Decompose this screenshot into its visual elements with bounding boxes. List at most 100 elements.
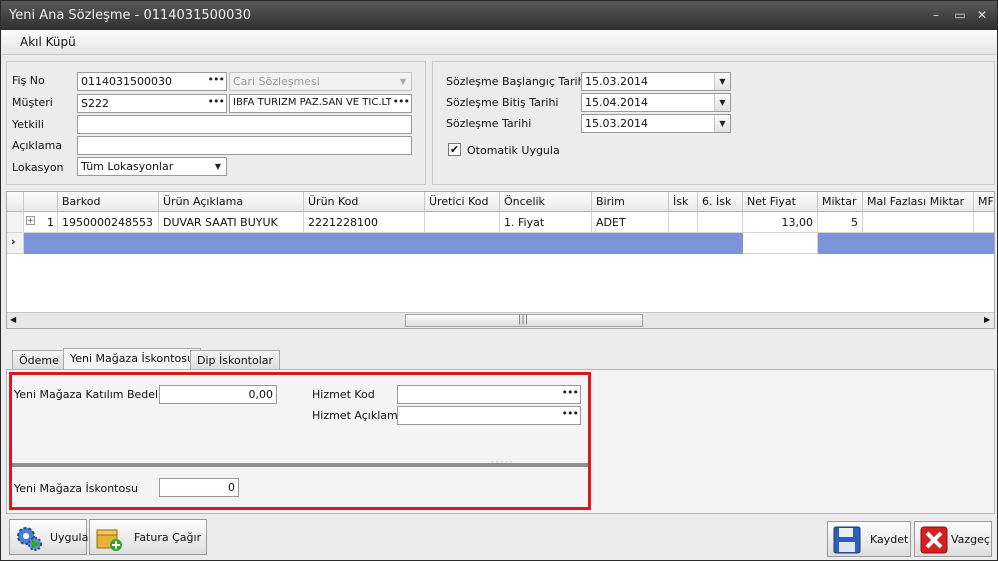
col-header-birim[interactable]: Birim [592, 192, 669, 212]
katilim-bedeli-field[interactable]: 0,00 [159, 385, 277, 404]
tab-yeni-magaza-label: Yeni Mağaza İskontosu [70, 352, 194, 365]
ellipsis-icon[interactable]: ••• [208, 73, 225, 86]
row-indicator[interactable] [7, 212, 24, 233]
main-window: Yeni Ana Sözleşme - 0114031500030 – ▭ ✕ … [0, 0, 998, 561]
vazgec-button[interactable]: Vazgeç [914, 521, 992, 557]
minimize-icon[interactable]: – [927, 7, 945, 23]
grid-rowno-header [24, 192, 58, 212]
iskonto-value: 0 [228, 481, 235, 494]
hizmet-kod-field[interactable]: ••• [397, 385, 581, 404]
product-grid[interactable]: Barkod Ürün Açıklama Ürün Kod Üretici Ko… [6, 191, 995, 329]
col-header-mf[interactable]: MF [974, 192, 994, 212]
cell-birim[interactable]: ADET [592, 212, 669, 233]
window-title: Yeni Ana Sözleşme - 0114031500030 [9, 8, 251, 23]
menu-bar: Akıl Küpü [2, 30, 996, 55]
chevron-down-icon[interactable]: ▼ [714, 73, 730, 90]
start-date-picker[interactable]: 15.03.2014 ▼ [581, 72, 731, 91]
vazgec-label: Vazgeç [951, 533, 990, 546]
new-row-net-fiyat-cell[interactable] [743, 233, 818, 254]
maximize-icon[interactable]: ▭ [951, 7, 969, 23]
fis-no-value: 0114031500030 [81, 75, 172, 88]
aciklama-label: Açıklama [12, 139, 63, 152]
chevron-down-icon[interactable]: ▼ [714, 115, 730, 132]
title-bar: Yeni Ana Sözleşme - 0114031500030 – ▭ ✕ [1, 1, 997, 30]
fatura-cagir-button[interactable]: Fatura Çağır [89, 519, 207, 555]
col-header-oncelik[interactable]: Öncelik [500, 192, 592, 212]
box-add-icon [96, 529, 122, 551]
header-right-panel: Sözleşme Başlangıç Tarihi 15.03.2014 ▼ S… [432, 61, 995, 185]
cell-mf[interactable] [974, 212, 994, 233]
cell-urun-kod[interactable]: 2221228100 [304, 212, 425, 233]
cell-6-isk[interactable] [698, 212, 743, 233]
scroll-thumb[interactable]: ||| [405, 314, 643, 327]
contract-date-label: Sözleşme Tarihi [446, 117, 532, 130]
scroll-right-icon[interactable]: ▶ [984, 315, 990, 324]
contract-date-value: 15.03.2014 [585, 117, 648, 130]
tab-dip-iskontolar[interactable]: Dip İskontolar [190, 350, 281, 370]
lokasyon-label: Lokasyon [12, 161, 64, 174]
cancel-x-icon [920, 526, 948, 554]
ellipsis-icon[interactable]: ••• [208, 95, 225, 108]
ellipsis-icon[interactable]: ••• [562, 407, 579, 420]
uygula-button[interactable]: Uygula [9, 519, 88, 555]
musteri-code-field[interactable]: S222 ••• [77, 94, 227, 113]
col-header-6-isk[interactable]: 6. İsk [698, 192, 743, 212]
col-header-net-fiyat[interactable]: Net Fiyat [743, 192, 818, 212]
col-header-uretici-kod[interactable]: Üretici Kod [425, 192, 500, 212]
auto-apply-checkbox[interactable]: ✔ [448, 143, 461, 156]
cell-oncelik[interactable]: 1. Fiyat [500, 212, 592, 233]
fis-no-field[interactable]: 0114031500030 ••• [77, 72, 227, 91]
aciklama-field[interactable] [77, 136, 412, 155]
chevron-down-icon: ▼ [399, 77, 407, 86]
cell-uretici-kod[interactable] [425, 212, 500, 233]
end-date-picker[interactable]: 15.04.2014 ▼ [581, 93, 731, 112]
col-header-barkod[interactable]: Barkod [58, 192, 159, 212]
col-header-urun-kod[interactable]: Ürün Kod [304, 192, 425, 212]
scroll-left-icon[interactable]: ◀ [10, 315, 16, 324]
cell-mal-fazlasi[interactable] [863, 212, 974, 233]
start-date-value: 15.03.2014 [585, 75, 648, 88]
col-header-isk[interactable]: İsk [669, 192, 698, 212]
tab-odeme[interactable]: Ödeme [12, 350, 66, 370]
fatura-cagir-label: Fatura Çağır [134, 531, 202, 544]
hizmet-aciklama-field[interactable]: ••• [397, 406, 581, 425]
musteri-name-value: IBFA TURIZM PAZ.SAN VE TIC.LT [233, 97, 392, 108]
cell-isk[interactable] [669, 212, 698, 233]
tab-yeni-magaza-iskontosu[interactable]: Yeni Mağaza İskontosu [63, 348, 201, 370]
col-header-urun-aciklama[interactable]: Ürün Açıklama [159, 192, 304, 212]
cell-miktar[interactable]: 5 [818, 212, 863, 233]
menu-item-akil-kupu[interactable]: Akıl Küpü [20, 35, 76, 49]
col-header-miktar[interactable]: Miktar [818, 192, 863, 212]
row-number: 1 [47, 216, 54, 229]
new-row-indicator-icon[interactable]: › [7, 233, 24, 254]
chevron-down-icon[interactable]: ▼ [210, 158, 226, 175]
cell-barkod[interactable]: 1950000248553 [58, 212, 159, 233]
expand-plus-icon[interactable]: + [26, 216, 35, 225]
horizontal-scrollbar[interactable]: ◀ ||| ▶ [7, 312, 994, 328]
ellipsis-icon[interactable]: ••• [390, 95, 410, 108]
col-header-mal-fazlasi[interactable]: Mal Fazlası Miktar [863, 192, 974, 212]
ellipsis-icon[interactable]: ••• [562, 386, 579, 399]
cell-net-fiyat[interactable]: 13,00 [743, 212, 818, 233]
chevron-down-icon[interactable]: ▼ [714, 94, 730, 111]
musteri-name-field[interactable]: IBFA TURIZM PAZ.SAN VE TIC.LT ••• [229, 94, 412, 113]
cell-urun-aciklama[interactable]: DUVAR SAATI BUYUK [159, 212, 304, 233]
splitter-bar[interactable]: ••••• [12, 458, 588, 467]
musteri-code-value: S222 [81, 97, 109, 110]
hizmet-kod-label: Hizmet Kod [312, 388, 375, 401]
table-row[interactable]: + 1 [24, 212, 58, 233]
start-date-label: Sözleşme Başlangıç Tarihi [446, 75, 588, 88]
kaydet-button[interactable]: Kaydet [827, 521, 911, 557]
lokasyon-dropdown[interactable]: Tüm Lokasyonlar ▼ [77, 157, 227, 176]
iskonto-field[interactable]: 0 [159, 478, 239, 497]
cari-sozlesme-combo: Cari Sözleşmesi ▼ [229, 72, 412, 91]
new-row-highlight[interactable] [24, 233, 994, 254]
yetkili-field[interactable] [77, 115, 412, 134]
grid-indicator-header [7, 192, 24, 212]
cari-sozlesme-text: Cari Sözleşmesi [233, 75, 320, 88]
close-icon[interactable]: ✕ [973, 7, 991, 23]
floppy-disk-icon [833, 526, 861, 554]
end-date-value: 15.04.2014 [585, 96, 648, 109]
auto-apply-label: Otomatik Uygula [467, 144, 560, 157]
contract-date-picker[interactable]: 15.03.2014 ▼ [581, 114, 731, 133]
